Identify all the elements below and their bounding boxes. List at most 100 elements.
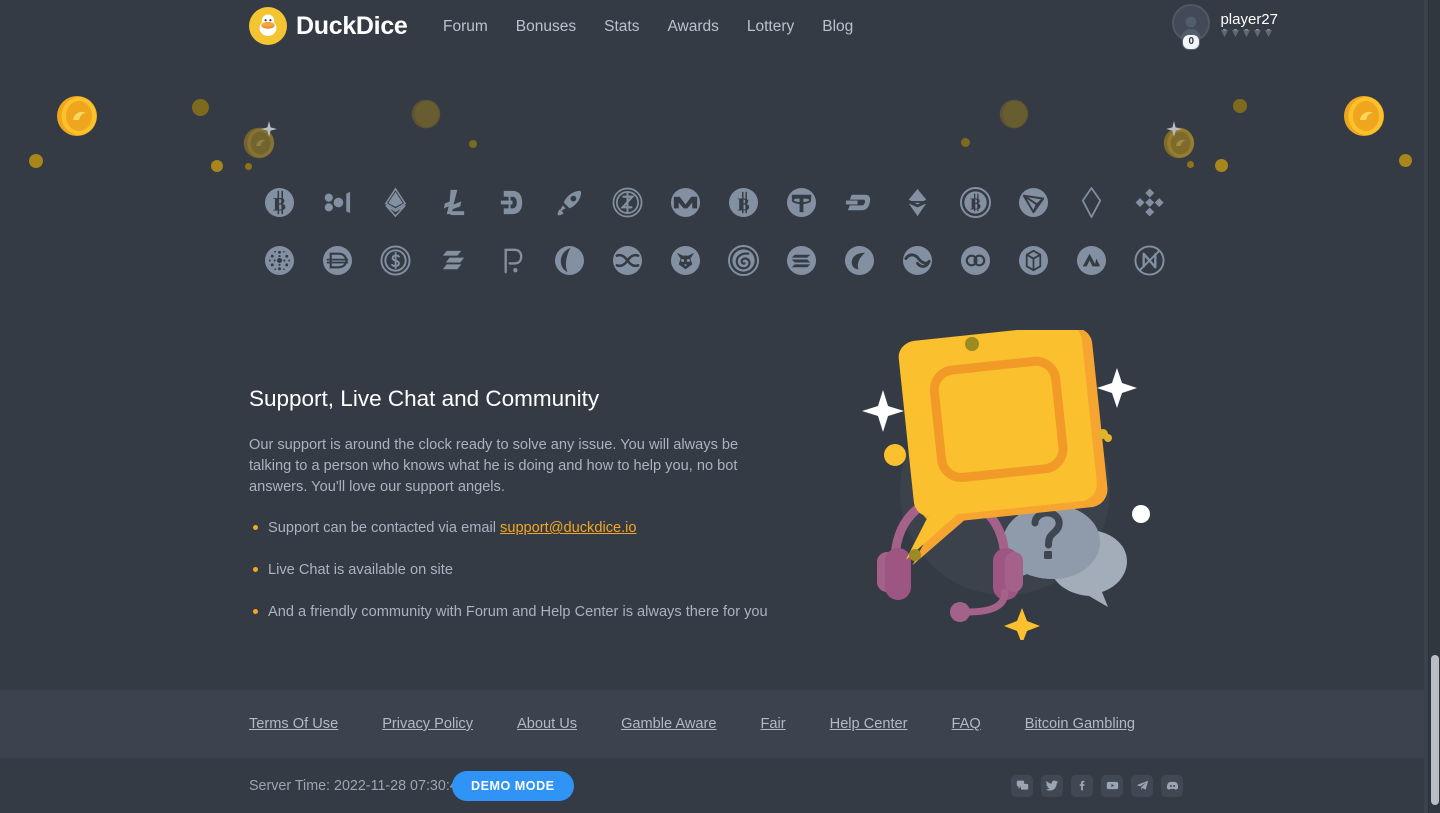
gold-coin-icon — [1163, 127, 1195, 159]
ripple-icon[interactable] — [308, 180, 366, 225]
dogecoin-icon[interactable] — [482, 180, 540, 225]
bitcoin-cash-icon[interactable]: B — [714, 180, 772, 225]
usd-coin-icon[interactable] — [366, 238, 424, 283]
forum-icon[interactable] — [1011, 774, 1033, 797]
nav-item-stats[interactable]: Stats — [590, 18, 653, 36]
support-section: Support, Live Chat and Community Our sup… — [0, 325, 1428, 680]
gold-coin-icon — [411, 99, 441, 129]
gold-coin-icon — [243, 127, 275, 159]
footer-bottom-bar: Server Time: 2022-11-28 07:30:47 DEMO MO… — [0, 758, 1428, 813]
dash-icon[interactable] — [830, 180, 888, 225]
nav-item-forum[interactable]: Forum — [429, 18, 502, 36]
support-description: Our support is around the clock ready to… — [249, 437, 739, 495]
internet-computer-icon[interactable] — [888, 238, 946, 283]
avalanche-icon[interactable] — [1062, 238, 1120, 283]
page-root: DuckDice Forum Bonuses Stats Awards Lott… — [0, 0, 1440, 813]
dai-icon[interactable] — [308, 238, 366, 283]
decor-dot — [211, 160, 223, 172]
coin-decoration-field — [0, 55, 1428, 185]
gold-coin-icon — [999, 99, 1029, 129]
binance-coin-icon[interactable] — [1120, 180, 1178, 225]
footer-link-help-center[interactable]: Help Center — [830, 716, 952, 732]
elrond-icon[interactable] — [598, 238, 656, 283]
zcash-icon[interactable] — [598, 180, 656, 225]
shiba-inu-icon[interactable] — [656, 238, 714, 283]
nav-item-bonuses[interactable]: Bonuses — [502, 18, 590, 36]
footer-link-fair[interactable]: Fair — [761, 716, 830, 732]
page-title: Support, Live Chat and Community — [249, 386, 600, 411]
footer-link-faq[interactable]: FAQ — [952, 716, 1025, 732]
telegram-icon[interactable] — [1131, 774, 1153, 797]
bittorrent-icon[interactable] — [714, 238, 772, 283]
tron-icon[interactable] — [1004, 180, 1062, 225]
list-item: Support can be contacted via email suppo… — [249, 518, 809, 538]
gold-coin-icon — [1343, 95, 1385, 137]
binance-usd-icon[interactable] — [424, 238, 482, 283]
facebook-icon[interactable] — [1071, 774, 1093, 797]
chia-icon[interactable] — [830, 238, 888, 283]
duck-rank-icon — [1254, 29, 1262, 38]
footer-links-bar: Terms Of Use Privacy Policy About Us Gam… — [0, 690, 1428, 758]
page-scrollbar[interactable] — [1428, 0, 1440, 813]
brand-logo[interactable]: DuckDice — [249, 7, 408, 45]
footer-links-list: Terms Of Use Privacy Policy About Us Gam… — [249, 716, 1179, 732]
site-header: DuckDice Forum Bonuses Stats Awards Lott… — [0, 0, 1428, 53]
nav-item-lottery[interactable]: Lottery — [733, 18, 808, 36]
tether-icon[interactable] — [772, 180, 830, 225]
footer-link-bitcoin-gambling[interactable]: Bitcoin Gambling — [1025, 716, 1179, 732]
nav-item-blog[interactable]: Blog — [808, 18, 867, 36]
fantom-icon[interactable] — [1004, 238, 1062, 283]
demo-mode-button[interactable]: DEMO MODE — [452, 770, 574, 801]
currency-row-2 — [0, 238, 1428, 283]
stellar-rocket-icon[interactable] — [540, 180, 598, 225]
support-email-link[interactable]: support@duckdice.io — [500, 520, 637, 536]
solana-icon[interactable] — [772, 238, 830, 283]
bullet-text: And a friendly community with Forum and … — [268, 604, 768, 620]
brand-name: DuckDice — [296, 11, 408, 40]
discord-icon[interactable] — [1161, 774, 1183, 797]
ethereum-icon[interactable] — [366, 180, 424, 225]
nav-item-awards[interactable]: Awards — [653, 18, 732, 36]
footer-link-about-us[interactable]: About Us — [517, 716, 621, 732]
decor-dot — [1215, 159, 1228, 172]
support-chat-headset-illustration — [855, 325, 1155, 644]
duck-icon — [249, 7, 287, 45]
user-meta: player27 — [1220, 11, 1278, 41]
social-links — [1011, 774, 1183, 797]
decor-dot — [1399, 154, 1412, 167]
footer-link-privacy-policy[interactable]: Privacy Policy — [382, 716, 517, 732]
duck-rank-icon — [1221, 29, 1229, 38]
footer-link-gamble-aware[interactable]: Gamble Aware — [621, 716, 760, 732]
decor-dot — [961, 138, 970, 147]
twitter-icon[interactable] — [1041, 774, 1063, 797]
bitcoin-icon[interactable]: B — [250, 180, 308, 225]
footer-link-terms-of-use[interactable]: Terms Of Use — [249, 716, 382, 732]
near-protocol-icon[interactable] — [1120, 238, 1178, 283]
user-menu[interactable]: 0 player27 — [1172, 4, 1278, 50]
bitcoin-sv-icon[interactable]: B — [946, 180, 1004, 225]
polkadot-icon[interactable] — [482, 238, 540, 283]
scrollbar-thumb[interactable] — [1431, 655, 1439, 805]
user-level-badge: 0 — [1182, 34, 1201, 50]
duck-rank-icon — [1243, 29, 1251, 38]
monero-icon[interactable] — [656, 180, 714, 225]
duck-rank-icon — [1265, 29, 1273, 38]
cardano-icon[interactable] — [250, 238, 308, 283]
duck-rank-icon — [1232, 29, 1240, 38]
ethereum-classic-icon[interactable] — [888, 180, 946, 225]
avatar[interactable]: 0 — [1172, 4, 1212, 50]
solana-alt-icon[interactable] — [540, 238, 598, 283]
decor-dot — [245, 163, 252, 170]
decor-dot — [192, 99, 209, 116]
decor-dot — [29, 154, 43, 168]
chainlink-alt-icon[interactable] — [946, 238, 1004, 283]
supported-currencies: B B B — [0, 180, 1428, 296]
sparkle-icon — [261, 121, 277, 142]
rank-ducks — [1220, 29, 1278, 38]
youtube-icon[interactable] — [1101, 774, 1123, 797]
svg-text:B: B — [273, 194, 286, 215]
litecoin-icon[interactable] — [424, 180, 482, 225]
eos-icon[interactable] — [1062, 180, 1120, 225]
support-copy: Support, Live Chat and Community Our sup… — [249, 385, 809, 644]
bullet-text: Live Chat is available on site — [268, 562, 453, 578]
